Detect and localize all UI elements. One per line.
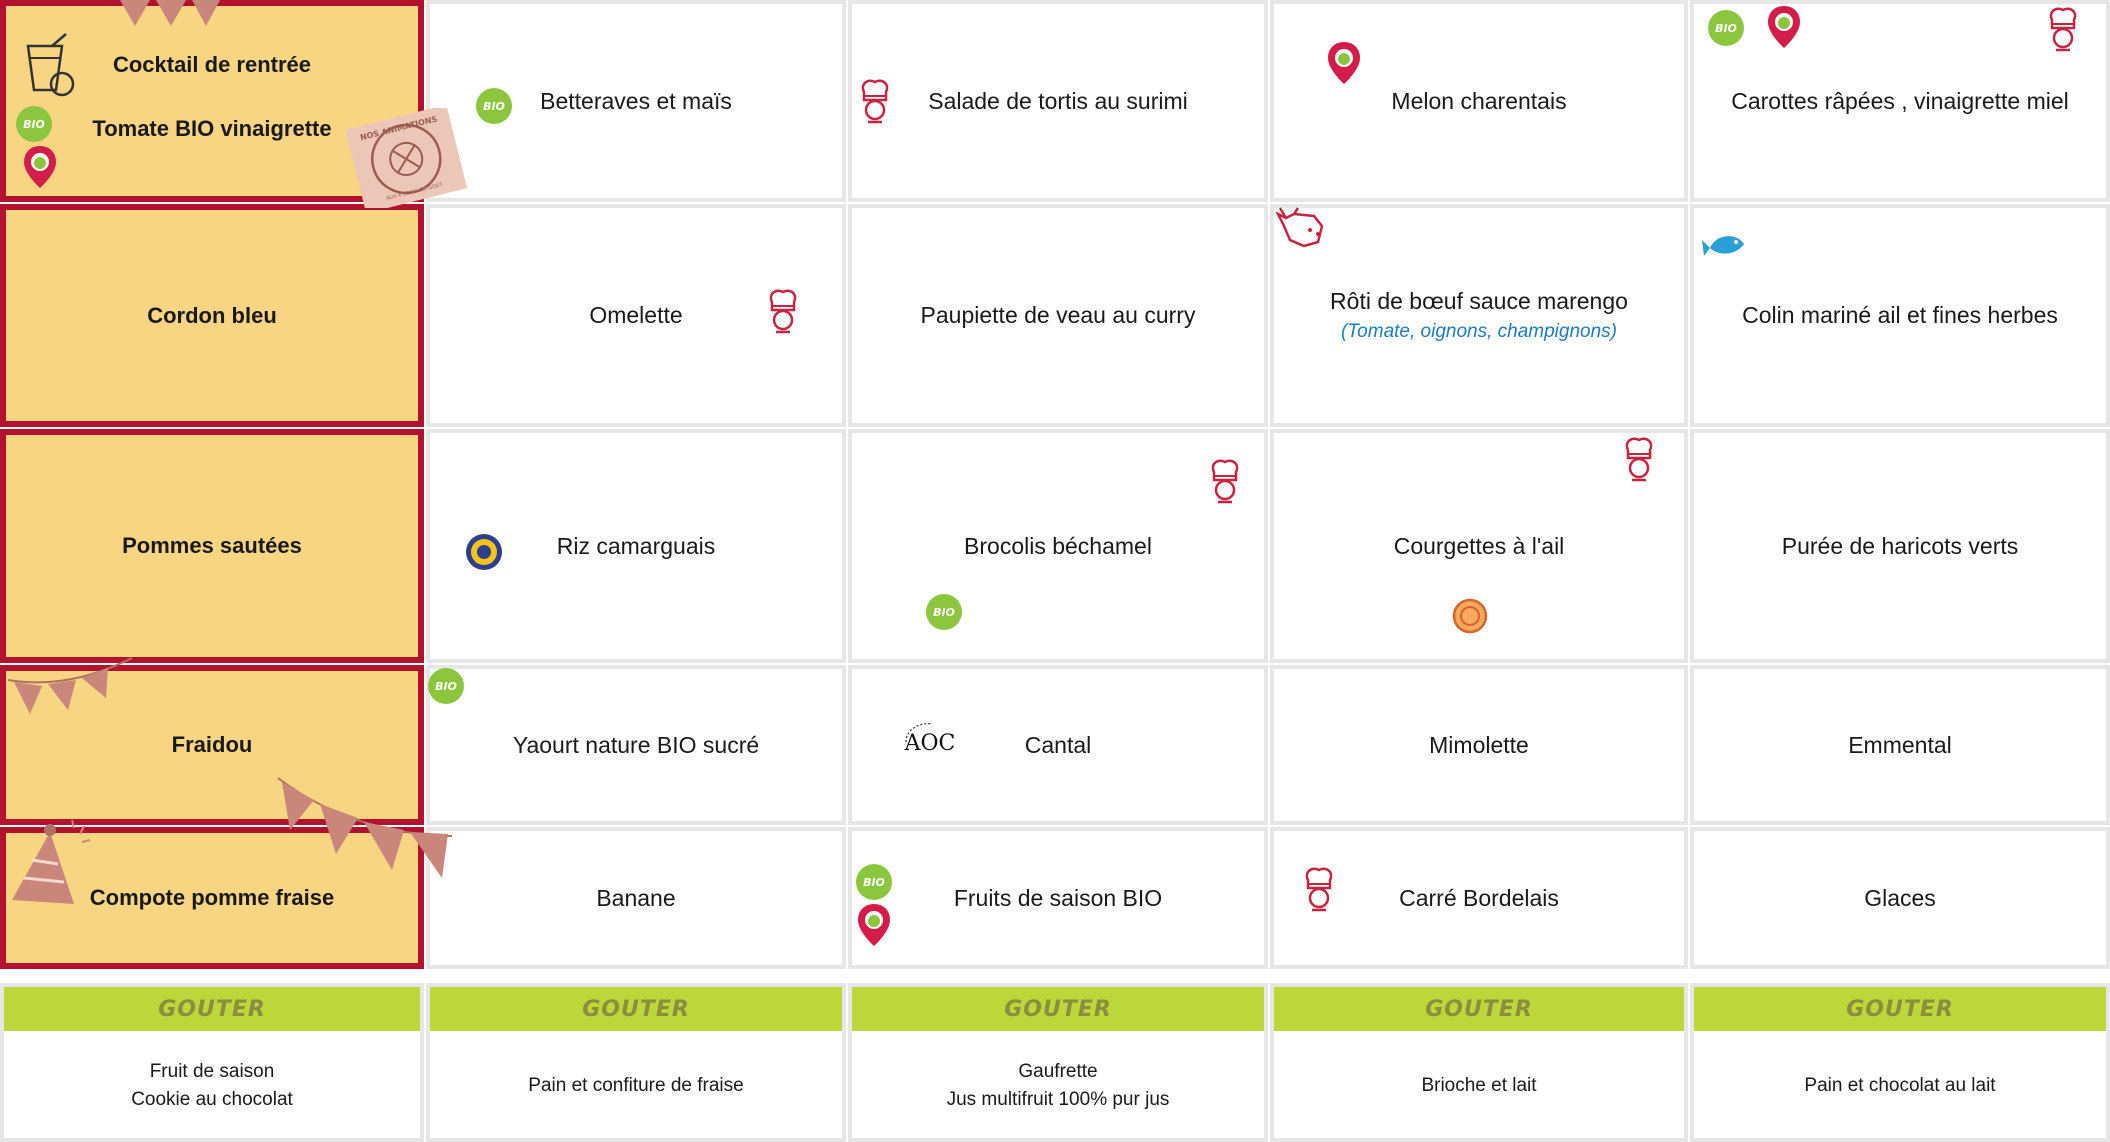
col4-starter: Melon charentais	[1391, 87, 1567, 114]
snack-day-2: GOUTER Pain et confiture de fraise	[426, 983, 846, 1142]
fait-maison-icon	[1452, 598, 1488, 634]
featured-main-cell: Cordon bleu	[0, 204, 424, 427]
aoc-text: AOC	[904, 731, 956, 756]
col4-dessert: Carré Bordelais	[1399, 884, 1559, 911]
col5-dessert-cell: Glaces	[1690, 827, 2110, 969]
col2-main: Omelette	[589, 302, 683, 328]
bio-badge-icon: BIO	[476, 88, 512, 124]
bunting-icon	[8, 657, 132, 714]
featured-starter-2: Tomate BIO vinaigrette	[92, 116, 332, 141]
featured-side-cell: Pommes sautées	[0, 429, 424, 663]
snack-label: GOUTER	[1274, 987, 1684, 1031]
local-pin-icon	[1328, 42, 1360, 84]
col5-dairy: Emmental	[1848, 731, 1952, 758]
aoc-icon: AOC	[904, 723, 956, 756]
col2-dessert: Banane	[596, 884, 676, 911]
col4-main: Rôti de bœuf sauce marengo	[1330, 288, 1628, 314]
snack-label: GOUTER	[430, 987, 842, 1031]
bio-badge-icon: BIO	[1708, 10, 1744, 46]
col4-main-note: (Tomate, oignons, champignons)	[1340, 321, 1617, 342]
col3-starter-cell: Salade de tortis au surimi	[848, 0, 1268, 202]
animations-stamp-icon: NOS ANIMATIONS AUX 4 COINS DU GOÛT	[345, 108, 468, 208]
cow-icon	[1275, 207, 1324, 248]
cocktail-icon	[26, 33, 75, 97]
fish-icon	[1702, 236, 1744, 256]
chef-hat-icon	[1305, 867, 1333, 912]
bio-badge-icon: BIO	[856, 864, 892, 900]
col3-dairy: Cantal	[1024, 731, 1092, 758]
col2-dessert-cell: Banane	[426, 827, 846, 969]
chef-hat-icon	[2049, 7, 2077, 52]
snack-day-4: GOUTER Brioche et lait	[1270, 983, 1688, 1142]
bio-badge-icon: BIO	[428, 668, 464, 704]
col3-side-cell: Brocolis béchamel	[848, 429, 1268, 663]
featured-starter-1: Cocktail de rentrée	[112, 52, 312, 77]
snack-line: Pain et chocolat au lait	[1804, 1075, 1996, 1096]
local-pin-icon	[1768, 6, 1800, 48]
col5-dairy-cell: Emmental	[1690, 665, 2110, 825]
col2-dairy-cell: Yaourt nature BIO sucré	[426, 665, 846, 825]
chef-hat-icon	[1211, 459, 1239, 504]
chef-hat-icon	[769, 289, 797, 334]
col3-side: Brocolis béchamel	[964, 532, 1152, 559]
col2-side: Riz camarguais	[556, 532, 716, 559]
featured-dairy: Fraidou	[171, 732, 253, 757]
col5-side: Purée de haricots verts	[1781, 532, 2019, 559]
chef-hat-icon	[861, 79, 889, 124]
col4-dairy-cell: Mimolette	[1270, 665, 1688, 825]
party-hat-icon	[12, 820, 91, 904]
snack-label: GOUTER	[852, 987, 1264, 1031]
col3-main: Paupiette de veau au curry	[920, 302, 1196, 328]
chef-hat-icon	[1625, 437, 1653, 482]
local-pin-icon	[858, 904, 890, 946]
col5-main: Colin mariné ail et fines herbes	[1742, 302, 2058, 328]
snack-day-3: GOUTER Gaufrette Jus multifruit 100% pur…	[848, 983, 1268, 1142]
col3-starter: Salade de tortis au surimi	[928, 87, 1188, 114]
bunting-icon	[120, 0, 220, 26]
col5-starter: Carottes râpées , vinaigrette miel	[1731, 87, 2069, 114]
col5-side-cell: Purée de haricots verts	[1690, 429, 2110, 663]
featured-dessert: Compote pomme fraise	[89, 885, 335, 910]
snack-label: GOUTER	[4, 987, 420, 1031]
col2-starter: Betteraves et maïs	[540, 87, 732, 114]
col5-main-cell: Colin mariné ail et fines herbes	[1690, 204, 2110, 427]
col4-dairy: Mimolette	[1429, 731, 1529, 758]
col3-main-cell: Paupiette de veau au curry	[848, 204, 1268, 427]
snack-line: Jus multifruit 100% pur jus	[946, 1089, 1170, 1110]
bunting-icon	[277, 777, 452, 878]
snack-line: Gaufrette	[1018, 1061, 1098, 1082]
col5-dessert: Glaces	[1864, 884, 1936, 911]
featured-side: Pommes sautées	[122, 533, 302, 558]
col2-dairy: Yaourt nature BIO sucré	[512, 731, 760, 758]
bio-badge-icon: BIO	[926, 594, 962, 630]
label-rouge-icon	[466, 534, 502, 570]
bio-badge-icon: BIO	[16, 106, 52, 142]
col4-starter-cell: Melon charentais	[1270, 0, 1688, 202]
menu-grid: Cocktail de rentrée Tomate BIO vinaigret…	[0, 0, 2110, 1142]
col4-main-cell: Rôti de bœuf sauce marengo (Tomate, oign…	[1270, 204, 1688, 427]
featured-main: Cordon bleu	[147, 302, 277, 328]
snack-day-1: GOUTER Fruit de saison Cookie au chocola…	[0, 983, 424, 1142]
col3-dessert-cell: Fruits de saison BIO	[848, 827, 1268, 969]
col3-dessert: Fruits de saison BIO	[953, 884, 1163, 911]
snack-line: Cookie au chocolat	[131, 1089, 293, 1110]
local-pin-icon	[24, 146, 56, 188]
snack-label: GOUTER	[1694, 987, 2106, 1031]
snack-line: Brioche et lait	[1421, 1075, 1537, 1096]
col4-side: Courgettes à l'ail	[1393, 532, 1565, 559]
snack-line: Pain et confiture de fraise	[528, 1075, 744, 1096]
snack-day-5: GOUTER Pain et chocolat au lait	[1690, 983, 2110, 1142]
snack-line: Fruit de saison	[149, 1061, 275, 1082]
